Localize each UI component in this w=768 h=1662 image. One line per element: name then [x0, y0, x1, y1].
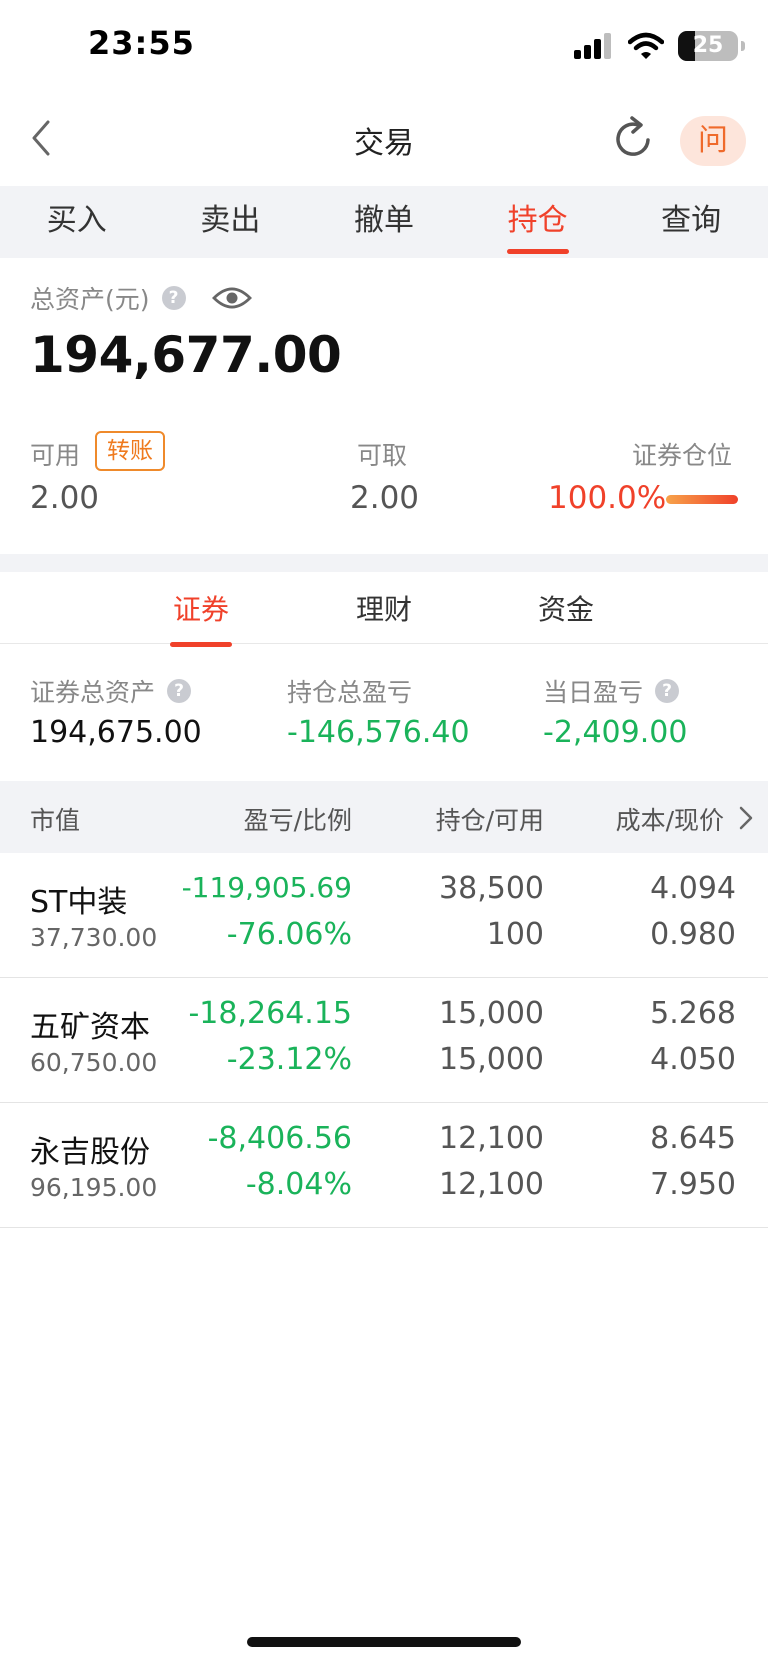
home-indicator[interactable]: [247, 1637, 521, 1647]
column-cost-price: 成本/现价: [615, 806, 724, 835]
stock-name: 五矿资本: [30, 1010, 150, 1045]
total-assets-label-row: 总资产(元) ?: [30, 280, 252, 316]
securities-stats: 证券总资产 ? 194,675.00 持仓总盈亏 -146,576.40 当日盈…: [0, 645, 768, 781]
tab-buy[interactable]: 买入: [0, 186, 154, 258]
position-ratio-bar: [666, 495, 738, 504]
total-assets-label: 总资产(元): [30, 285, 150, 314]
tab-wealth-management[interactable]: 理财: [324, 588, 444, 628]
profit-loss-ratio: -76.06%: [226, 917, 352, 952]
daily-pl-label-row: 当日盈亏 ?: [543, 673, 680, 709]
profit-loss: -8,406.56: [207, 1121, 352, 1156]
battery-percent: 25: [692, 33, 724, 58]
holding-quantity: 12,100: [439, 1121, 544, 1156]
current-price: 0.980: [650, 917, 736, 952]
daily-pl-label: 当日盈亏: [543, 678, 644, 707]
tab-positions[interactable]: 持仓: [461, 186, 615, 258]
market-value: 37,730.00: [30, 923, 158, 952]
eye-icon[interactable]: [211, 286, 252, 310]
holdings-table-header: 市值 盈亏/比例 持仓/可用 成本/现价: [0, 781, 768, 853]
withdrawable-label: 可取: [357, 441, 408, 470]
cost-price: 4.094: [650, 871, 736, 906]
refresh-icon: [616, 116, 650, 156]
transfer-button[interactable]: 转账: [95, 431, 165, 471]
daily-pl-value: -2,409.00: [543, 715, 688, 750]
column-pl-ratio: 盈亏/比例: [243, 806, 352, 835]
holding-quantity: 15,000: [439, 996, 544, 1031]
tab-securities[interactable]: 证券: [141, 588, 261, 647]
available-value: 2.00: [30, 480, 100, 516]
chevron-right-icon[interactable]: [738, 805, 754, 831]
withdrawable-value: 2.00: [350, 480, 420, 516]
cost-price: 5.268: [650, 996, 736, 1031]
current-price: 7.950: [650, 1167, 736, 1202]
securities-total-value: 194,675.00: [30, 715, 202, 750]
table-row[interactable]: 五矿资本 60,750.00 -18,264.15 -23.12% 15,000…: [0, 978, 768, 1103]
asset-type-tabs: 证券 理财 资金: [0, 572, 768, 647]
available-quantity: 100: [486, 917, 544, 952]
position-ratio-value: 100.0%: [548, 480, 667, 516]
available-quantity: 15,000: [439, 1042, 544, 1077]
available-label: 可用: [30, 441, 81, 470]
stock-name: ST中装: [30, 885, 128, 920]
status-icons: 25: [574, 28, 745, 64]
tab-funds[interactable]: 资金: [506, 588, 626, 628]
available-quantity: 12,100: [439, 1167, 544, 1202]
stock-name: 永吉股份: [30, 1135, 150, 1170]
profit-loss: -119,905.69: [181, 871, 352, 904]
asset-summary: 总资产(元) ? 194,677.00 可用 转账 2.00 可取 2.00 证…: [0, 258, 768, 554]
refresh-button[interactable]: [608, 114, 658, 164]
securities-total-label-row: 证券总资产 ?: [30, 673, 192, 709]
wifi-icon: [628, 32, 664, 59]
help-icon[interactable]: ?: [161, 286, 186, 310]
section-divider: [0, 554, 768, 572]
cellular-signal-icon: [574, 33, 611, 59]
tab-query[interactable]: 查询: [614, 186, 768, 258]
profit-loss-ratio: -23.12%: [226, 1042, 352, 1077]
market-value: 60,750.00: [30, 1048, 158, 1077]
status-time: 23:55: [88, 24, 195, 62]
tab-cancel-order[interactable]: 撤单: [307, 186, 461, 258]
status-bar: 23:55 25: [0, 0, 768, 92]
holding-pl-label-row: 持仓总盈亏: [287, 673, 412, 709]
holding-pl-value: -146,576.40: [287, 715, 470, 750]
tab-sell[interactable]: 卖出: [154, 186, 308, 258]
profit-loss-ratio: -8.04%: [245, 1167, 352, 1202]
trade-tabs: 买入 卖出 撤单 持仓 查询: [0, 186, 768, 258]
position-ratio-label: 证券仓位: [632, 441, 733, 470]
table-row[interactable]: 永吉股份 96,195.00 -8,406.56 -8.04% 12,100 1…: [0, 1103, 768, 1228]
holding-pl-label: 持仓总盈亏: [287, 678, 413, 707]
cost-price: 8.645: [650, 1121, 736, 1156]
current-price: 4.050: [650, 1042, 736, 1077]
market-value: 96,195.00: [30, 1173, 158, 1202]
holding-quantity: 38,500: [439, 871, 544, 906]
total-assets-value: 194,677.00: [30, 326, 342, 384]
help-icon[interactable]: ?: [655, 679, 680, 703]
securities-total-label: 证券总资产: [30, 678, 156, 707]
column-holding-available: 持仓/可用: [435, 806, 544, 835]
battery-icon: 25: [678, 31, 745, 61]
help-icon[interactable]: ?: [167, 679, 192, 703]
nav-header: 交易 问: [0, 92, 768, 186]
ask-button[interactable]: 问: [680, 116, 746, 166]
profit-loss: -18,264.15: [188, 996, 352, 1031]
column-market-value: 市值: [30, 806, 81, 835]
table-row[interactable]: ST中装 37,730.00 -119,905.69 -76.06% 38,50…: [0, 853, 768, 978]
